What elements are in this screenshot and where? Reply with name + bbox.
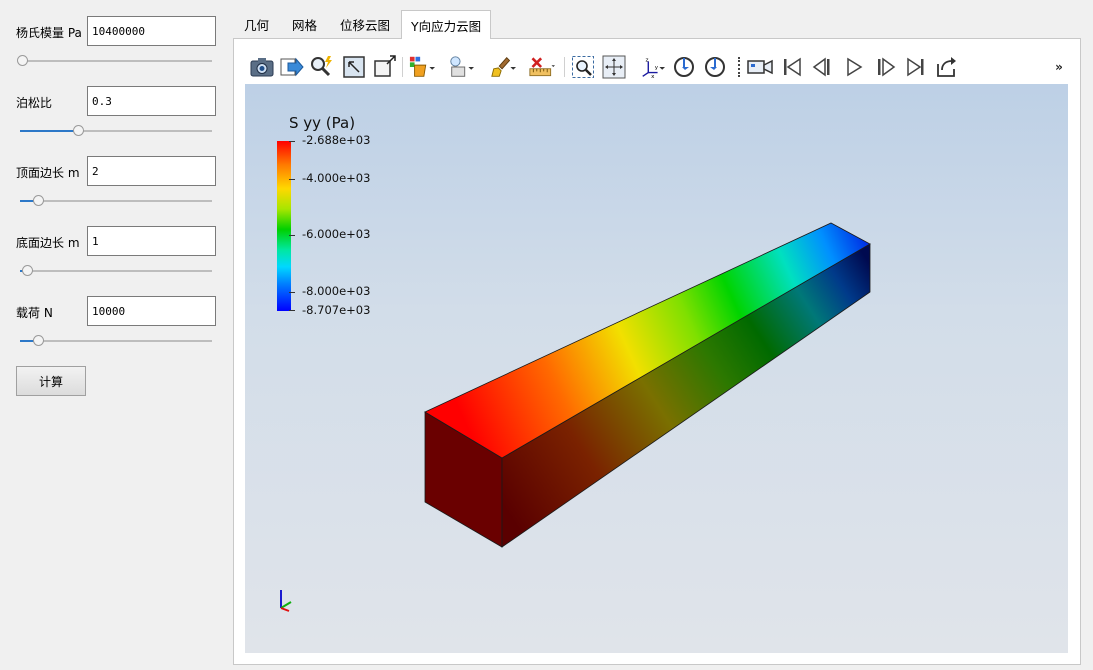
toolbar-separator	[402, 57, 403, 77]
tab-displacement-contour[interactable]: 位移云图	[331, 10, 399, 38]
rotate-cw-icon[interactable]	[671, 54, 697, 80]
bottom-edge-slider[interactable]	[16, 265, 212, 277]
youngs-modulus-label: 杨氏模量 Pa	[16, 26, 82, 40]
load-label: 载荷 N	[16, 306, 53, 320]
toolbar-separator	[738, 57, 740, 77]
next-frame-icon[interactable]	[872, 54, 898, 80]
zoom-box-icon[interactable]	[570, 54, 596, 80]
poisson-ratio-label: 泊松比	[16, 96, 53, 110]
bottom-edge-input[interactable]	[87, 226, 216, 256]
tab-mesh[interactable]: 网格	[283, 10, 326, 38]
probe-icon[interactable]	[309, 54, 335, 80]
slider-handle[interactable]	[33, 195, 44, 206]
slider-track	[20, 340, 212, 342]
first-frame-icon[interactable]	[779, 54, 805, 80]
calculate-button[interactable]: 计算	[16, 366, 86, 396]
select-surface-icon[interactable]	[341, 54, 367, 80]
top-edge-slider[interactable]	[16, 195, 212, 207]
application-window: 杨氏模量 Pa 泊松比 顶面边长 m 底面边长 m 载荷 N	[0, 0, 1093, 670]
toolbar-separator	[564, 57, 565, 77]
svg-text:y: y	[655, 65, 659, 71]
youngs-modulus-input[interactable]	[87, 16, 216, 46]
svg-text:x: x	[651, 74, 655, 79]
loop-icon[interactable]	[934, 54, 960, 80]
slider-handle[interactable]	[73, 125, 84, 136]
slider-handle[interactable]	[33, 335, 44, 346]
bottom-edge-label: 底面边长 m	[16, 236, 80, 250]
previous-frame-icon[interactable]	[810, 54, 836, 80]
toolbar-overflow-button[interactable]: »	[1052, 58, 1066, 76]
slider-track	[20, 270, 212, 272]
slider-handle[interactable]	[22, 265, 33, 276]
load-slider[interactable]	[16, 335, 212, 347]
poisson-ratio-input[interactable]	[87, 86, 216, 116]
svg-text:z: z	[646, 57, 649, 63]
play-icon[interactable]	[841, 54, 867, 80]
youngs-modulus-slider[interactable]	[16, 55, 212, 67]
top-edge-input[interactable]	[87, 156, 216, 186]
last-frame-icon[interactable]	[903, 54, 929, 80]
color-map-icon[interactable]	[409, 54, 435, 80]
poisson-ratio-slider[interactable]	[16, 125, 212, 137]
paint-brush-icon[interactable]	[490, 54, 516, 80]
tab-y-stress-contour[interactable]: Y向应力云图	[401, 10, 492, 39]
top-edge-label: 顶面边长 m	[16, 166, 80, 180]
render-viewport[interactable]: S yy (Pa) -2.688e+03 -4.000e+03 -6.000e+…	[245, 84, 1068, 653]
orientation-axes	[280, 590, 292, 612]
load-input[interactable]	[87, 296, 216, 326]
axes-icon[interactable]: zyx	[639, 54, 665, 80]
reset-view-icon[interactable]	[601, 54, 627, 80]
tab-geometry[interactable]: 几何	[235, 10, 278, 38]
slider-track	[20, 200, 212, 202]
view-toolbar: zyx »	[245, 50, 1068, 84]
select-points-icon[interactable]	[372, 54, 398, 80]
rotate-ccw-icon[interactable]	[702, 54, 728, 80]
video-camera-icon[interactable]	[747, 54, 773, 80]
slider-fill	[20, 130, 78, 132]
slider-handle[interactable]	[17, 55, 28, 66]
export-icon[interactable]	[279, 54, 305, 80]
camera-icon[interactable]	[249, 54, 275, 80]
ruler-delete-icon[interactable]	[529, 54, 555, 80]
beam-model[interactable]	[245, 84, 1068, 653]
lighting-icon[interactable]	[448, 54, 474, 80]
slider-track	[20, 60, 212, 62]
